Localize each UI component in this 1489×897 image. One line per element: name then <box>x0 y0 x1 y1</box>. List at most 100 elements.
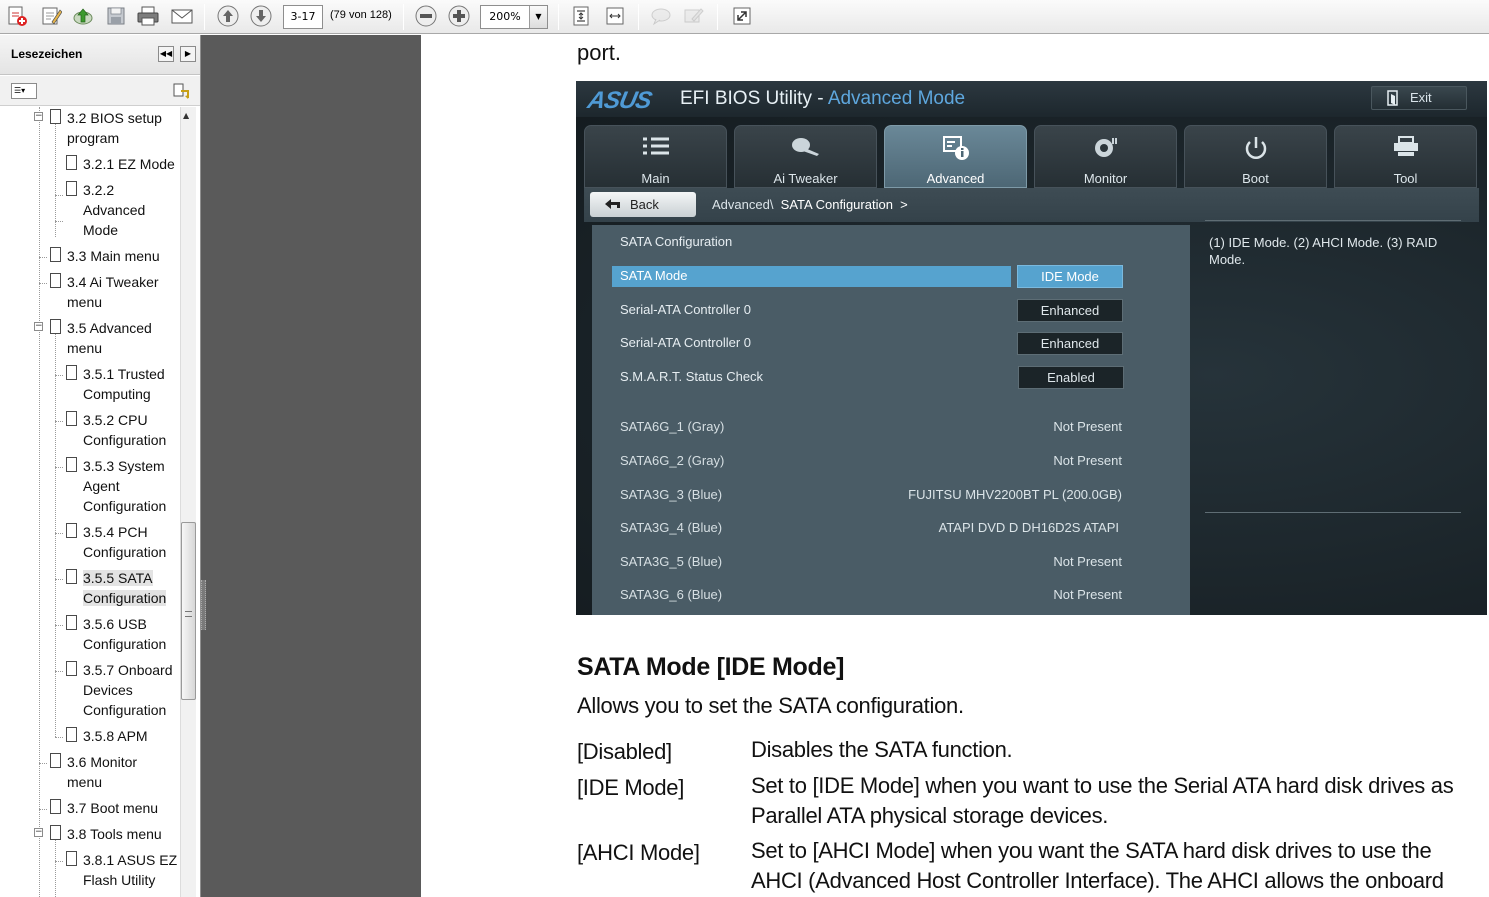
bookmark-3-5-8[interactable]: 3.5.8 APM <box>66 726 148 746</box>
panel-splitter[interactable] <box>201 35 421 897</box>
bookmark-icon <box>65 661 77 677</box>
bookmark-icon <box>49 273 61 289</box>
bookmark-3-5-4[interactable]: 3.5.4 PCH Configuration <box>66 522 166 562</box>
option-key: [Disabled] <box>577 739 672 764</box>
upload-icon[interactable] <box>70 4 96 28</box>
port-status: ATAPI DVD D DH16D2S ATAPI <box>938 520 1119 535</box>
tweaker-icon <box>791 138 819 156</box>
fit-width-icon[interactable] <box>602 4 628 28</box>
zoom-value: 200% <box>489 10 521 23</box>
collapse-toggle-icon[interactable]: − <box>34 322 43 331</box>
bookmark-icon <box>65 181 77 197</box>
bookmark-3-5-1[interactable]: 3.5.1 Trusted Computing <box>66 364 165 404</box>
bookmark-icon <box>49 753 61 769</box>
port-status: Not Present <box>1053 419 1122 434</box>
port-label: SATA3G_3 (Blue) <box>620 487 723 502</box>
bookmark-options-icon[interactable]: ☰▾ <box>11 83 37 99</box>
setting-value: Enhanced <box>1017 299 1123 322</box>
bookmark-3-8-1[interactable]: 3.8.1 ASUS EZ Flash Utility <box>66 850 177 890</box>
bios-breadcrumb-bar: Back Advanced\ SATA Configuration > <box>584 188 1479 222</box>
bios-help-panel: (1) IDE Mode. (2) AHCI Mode. (3) RAID Mo… <box>1205 220 1461 615</box>
port-status: Not Present <box>1053 587 1122 602</box>
back-arrow-icon <box>605 199 620 209</box>
option-description: Disables the SATA function. <box>751 737 1013 762</box>
print-icon[interactable] <box>134 4 162 28</box>
bios-title: EFI BIOS Utility - Advanced Mode <box>680 88 966 109</box>
section-heading: SATA Mode [IDE Mode] <box>577 653 845 681</box>
comment-icon[interactable] <box>648 4 674 28</box>
body-text-fragment: port. <box>577 40 622 65</box>
bookmarks-panel: Lesezeichen ◀◀ ▶ ☰▾ − 3.2 BIOS setup prog… <box>0 35 201 897</box>
section-title: SATA Configuration <box>620 234 733 249</box>
bookmark-3-5-7[interactable]: 3.5.7 Onboard Devices Configuration <box>66 660 173 720</box>
bios-tab-monitor: Monitor <box>1034 125 1177 188</box>
monitor-icon <box>1094 138 1117 157</box>
port-label: SATA6G_2 (Gray) <box>620 453 725 468</box>
page-count: (79 von 128) <box>330 9 392 21</box>
collapse-toggle-icon[interactable]: − <box>34 828 43 837</box>
fit-page-icon[interactable] <box>568 4 594 28</box>
bookmark-3-5[interactable]: 3.5 Advanced menu <box>50 318 152 358</box>
port-status: Not Present <box>1053 453 1122 468</box>
scroll-up-icon[interactable]: ▲ <box>183 111 189 120</box>
back-button: Back <box>590 192 696 217</box>
fullscreen-icon[interactable] <box>729 4 755 28</box>
bios-title-bar: ASUS EFI BIOS Utility - Advanced Mode Ex… <box>576 81 1487 117</box>
bookmark-3-2-2[interactable]: 3.2.2 Advanced Mode <box>66 180 145 240</box>
bios-tab-boot: Boot <box>1184 125 1327 188</box>
bookmarks-scrollbar[interactable]: ▲ <box>180 107 196 897</box>
scrollbar-thumb[interactable] <box>181 522 196 700</box>
bookmark-3-5-2[interactable]: 3.5.2 CPU Configuration <box>66 410 166 450</box>
bookmark-icon <box>49 799 61 815</box>
create-pdf-icon[interactable] <box>4 4 30 28</box>
advanced-settings-icon <box>942 136 969 160</box>
bookmark-icon <box>65 615 77 631</box>
bookmark-3-5-5[interactable]: 3.5.5 SATA Configuration <box>66 568 167 608</box>
bios-tab-ai-tweaker: Ai Tweaker <box>734 125 877 188</box>
bookmark-icon <box>65 411 77 427</box>
bookmark-3-8[interactable]: 3.8 Tools menu <box>50 824 162 844</box>
bookmark-3-2-1[interactable]: 3.2.1 EZ Mode <box>66 154 175 174</box>
zoom-in-icon[interactable] <box>446 4 472 28</box>
chevron-down-icon[interactable]: ▼ <box>529 6 547 28</box>
option-key: [AHCI Mode] <box>577 840 700 865</box>
help-text: (1) IDE Mode. (2) AHCI Mode. (3) RAID Mo… <box>1209 235 1438 267</box>
port-label: SATA3G_5 (Blue) <box>620 554 723 569</box>
email-icon[interactable] <box>168 4 196 28</box>
bios-tab-advanced: Advanced <box>884 125 1027 188</box>
option-description: Set to [IDE Mode] when you want to use t… <box>751 773 1454 828</box>
zoom-out-icon[interactable] <box>413 4 439 28</box>
sign-icon[interactable] <box>680 4 706 28</box>
bookmark-3-2[interactable]: 3.2 BIOS setup program <box>50 108 162 148</box>
collapse-toggle-icon[interactable]: − <box>34 112 43 121</box>
option-key: [IDE Mode] <box>577 775 685 800</box>
bookmark-3-3[interactable]: 3.3 Main menu <box>50 246 160 266</box>
setting-label: Serial-ATA Controller 0 <box>620 335 752 350</box>
bookmark-3-4[interactable]: 3.4 Ai Tweaker menu <box>50 272 159 312</box>
toolbar: 3-17 (79 von 128) 200% ▼ <box>0 0 1489 34</box>
bookmark-icon <box>65 155 77 171</box>
bookmark-3-7[interactable]: 3.7 Boot menu <box>50 798 158 818</box>
save-icon[interactable] <box>103 4 129 28</box>
next-page-icon[interactable] <box>248 4 274 28</box>
bookmark-3-5-3[interactable]: 3.5.3 System Agent Configuration <box>66 456 166 516</box>
expand-panel-icon[interactable]: ▶ <box>180 46 196 62</box>
bookmark-icon <box>49 247 61 263</box>
collapse-panel-icon[interactable]: ◀◀ <box>158 46 174 62</box>
bookmark-3-5-6[interactable]: 3.5.6 USB Configuration <box>66 614 166 654</box>
previous-page-icon[interactable] <box>215 4 241 28</box>
port-label: SATA3G_4 (Blue) <box>620 520 723 535</box>
setting-label: S.M.A.R.T. Status Check <box>620 369 764 384</box>
zoom-select[interactable]: 200% ▼ <box>480 5 548 29</box>
expand-bookmark-icon[interactable] <box>172 82 190 100</box>
bookmark-icon <box>65 523 77 539</box>
edit-document-icon[interactable] <box>38 4 64 28</box>
bookmark-icon <box>65 569 77 585</box>
asus-logo: ASUS <box>585 87 654 114</box>
bookmark-3-6[interactable]: 3.6 Monitor menu <box>50 752 137 792</box>
page-number-input[interactable]: 3-17 <box>283 5 323 29</box>
printer-tool-icon <box>1393 136 1418 156</box>
bios-settings-panel: SATA Configuration SATA Mode IDE Mode Se… <box>592 225 1190 615</box>
bios-tab-tool: Tool <box>1334 125 1477 188</box>
port-label: SATA3G_6 (Blue) <box>620 587 723 602</box>
